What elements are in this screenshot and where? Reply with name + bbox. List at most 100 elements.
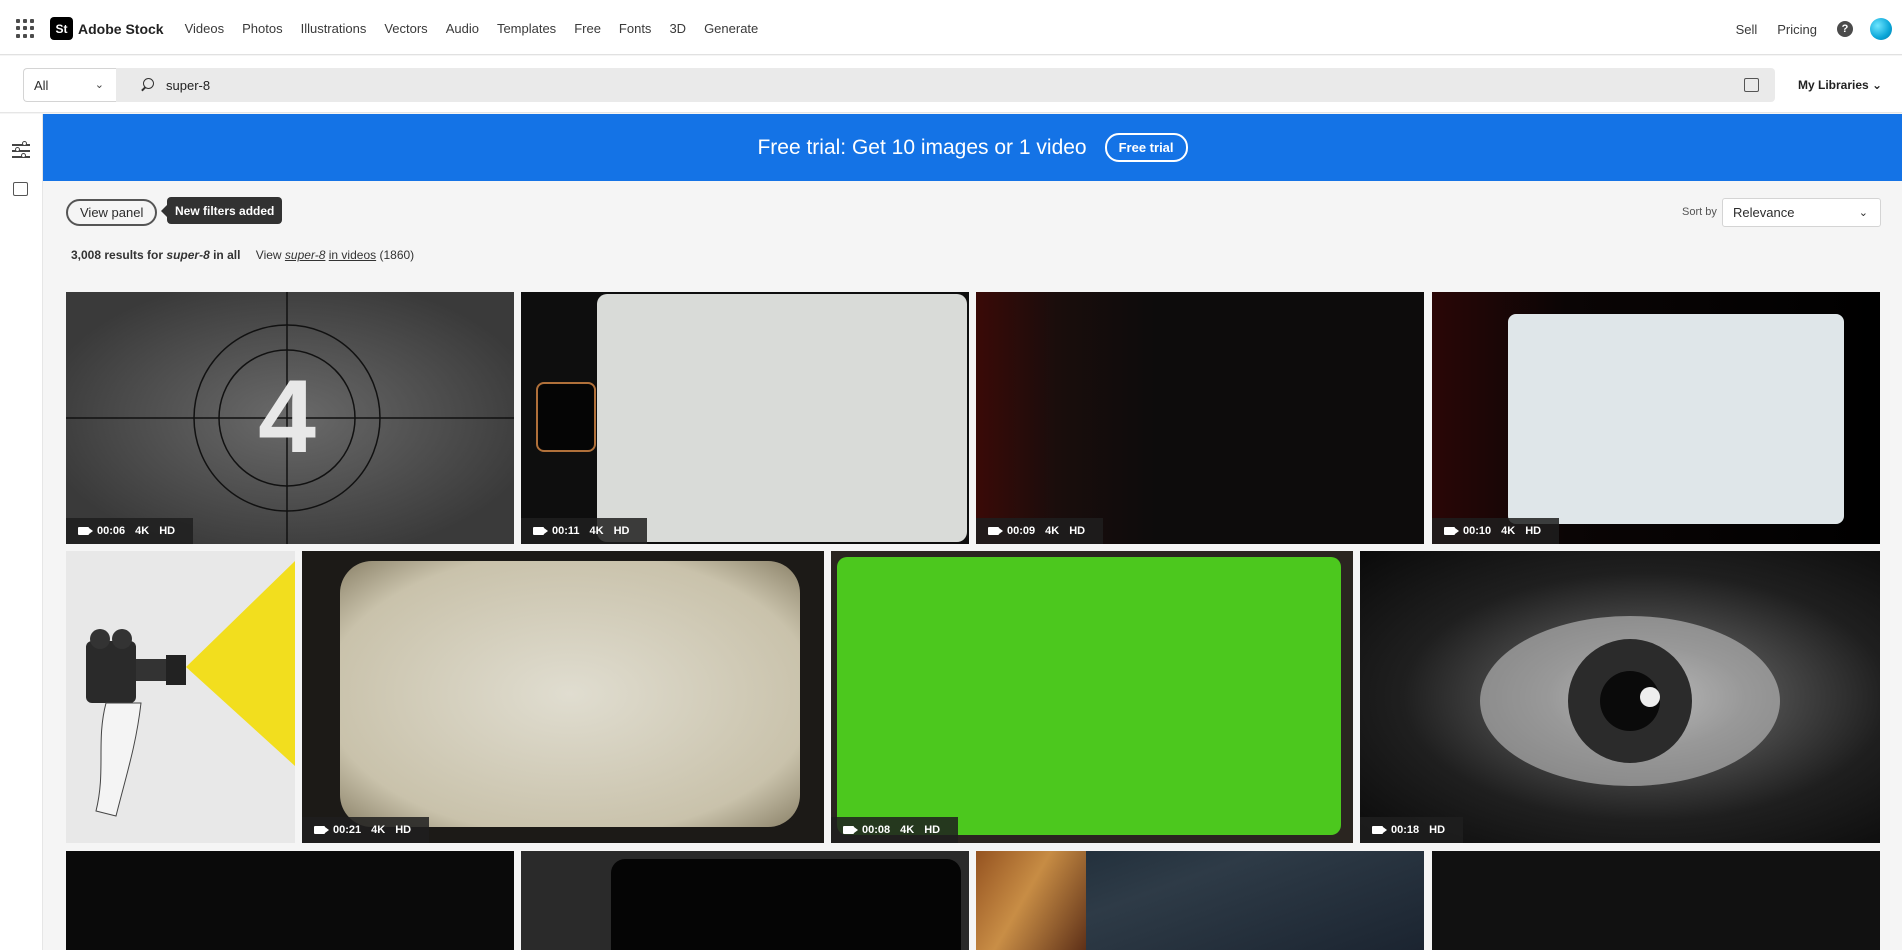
video-count: (1860) [379, 248, 414, 262]
logo-mark: St [50, 17, 73, 40]
view-videos-link[interactable]: in videos [329, 248, 376, 262]
quality-hd: HD [1429, 824, 1445, 836]
video-camera-icon [843, 826, 854, 834]
help-icon[interactable]: ? [1837, 21, 1853, 37]
quality-4k: 4K [1501, 525, 1515, 537]
video-duration: 00:09 [1007, 525, 1035, 537]
new-filters-tooltip: New filters added [167, 197, 282, 224]
quality-4k: 4K [135, 525, 149, 537]
countdown-number: 4 [258, 359, 316, 475]
video-tile[interactable]: 4 00:06 4K HD [66, 292, 514, 544]
video-camera-icon [1372, 826, 1383, 834]
visual-search-icon[interactable] [1744, 78, 1759, 92]
nav-audio[interactable]: Audio [446, 21, 479, 36]
view-prefix: View [256, 248, 282, 262]
app-switcher-icon[interactable] [16, 19, 36, 39]
video-tile[interactable] [66, 851, 514, 950]
my-libraries-button[interactable]: My Libraries ⌄ [1798, 78, 1882, 92]
quality-hd: HD [159, 525, 175, 537]
quality-hd: HD [1525, 525, 1541, 537]
view-videos-link-query[interactable]: super-8 [285, 248, 325, 262]
filter-sidebar [0, 114, 43, 950]
sort-select[interactable]: Relevance ⌄ [1722, 198, 1881, 227]
image-tile[interactable] [66, 551, 295, 843]
video-camera-icon [1444, 527, 1455, 535]
avatar[interactable] [1870, 18, 1892, 40]
banner-text: Free trial: Get 10 images or 1 video [757, 136, 1086, 160]
top-right-actions: Sell Pricing ? [1736, 3, 1902, 55]
video-tile[interactable] [1432, 851, 1880, 950]
video-tile[interactable]: 00:09 4K HD [976, 292, 1424, 544]
countdown-leader-thumbnail: 4 [66, 292, 514, 544]
nav-illustrations[interactable]: Illustrations [301, 21, 367, 36]
search-scope-select[interactable]: All ⌄ [23, 68, 116, 102]
video-tile[interactable]: 00:10 4K HD [1432, 292, 1880, 544]
video-tile[interactable]: 00:08 4K HD [831, 551, 1353, 843]
film-frame-thumbnail [1508, 314, 1844, 524]
video-camera-icon [988, 527, 999, 535]
results-scope: in all [213, 248, 240, 262]
video-badge: 00:06 4K HD [66, 518, 193, 544]
nav-free[interactable]: Free [574, 21, 601, 36]
film-strip-thumbnail [976, 851, 1086, 950]
top-navigation-bar: St Adobe Stock Videos Photos Illustratio… [0, 3, 1902, 55]
quality-4k: 4K [590, 525, 604, 537]
video-tile[interactable] [521, 851, 969, 950]
search-query: super-8 [166, 78, 210, 93]
nav-photos[interactable]: Photos [242, 21, 282, 36]
nav-3d[interactable]: 3D [669, 21, 686, 36]
pricing-link[interactable]: Pricing [1777, 22, 1817, 37]
video-duration: 00:21 [333, 824, 361, 836]
video-badge: 00:21 4K HD [302, 817, 429, 843]
chevron-down-icon: ⌄ [95, 78, 104, 91]
filters-icon[interactable] [12, 142, 30, 158]
quality-hd: HD [924, 824, 940, 836]
nav-templates[interactable]: Templates [497, 21, 556, 36]
visual-search-icon[interactable] [13, 182, 28, 196]
free-trial-banner: Free trial: Get 10 images or 1 video Fre… [43, 114, 1902, 181]
video-badge: 00:114KHD [521, 518, 647, 544]
video-camera-icon [314, 826, 325, 834]
view-panel-button[interactable]: View panel [66, 199, 157, 226]
film-frame-thumbnail [611, 859, 961, 950]
quality-hd: HD [1069, 525, 1085, 537]
search-row: All ⌄ super-8 My Libraries ⌄ [0, 56, 1902, 113]
quality-hd: HD [614, 525, 630, 537]
video-camera-icon [533, 527, 544, 535]
video-tile[interactable]: 00:114KHD [521, 292, 969, 544]
adobe-stock-logo[interactable]: St Adobe Stock [50, 17, 164, 40]
video-badge: 00:10 4K HD [1432, 518, 1559, 544]
video-tile[interactable]: 00:18 HD [1360, 551, 1880, 843]
results-query: super-8 [166, 248, 209, 262]
my-libraries-label: My Libraries [1798, 78, 1869, 92]
quality-4k: 4K [371, 824, 385, 836]
video-duration: 00:18 [1391, 824, 1419, 836]
quality-hd: HD [395, 824, 411, 836]
main-nav: Videos Photos Illustrations Vectors Audi… [176, 21, 768, 36]
logo-text: Adobe Stock [78, 21, 164, 37]
greenscreen-thumbnail [837, 557, 1341, 835]
camera-projector-illustration [66, 551, 295, 843]
search-input[interactable]: super-8 [116, 68, 1775, 102]
video-duration: 00:06 [97, 525, 125, 537]
quality-4k: 4K [1045, 525, 1059, 537]
sort-by-label: Sort by [1682, 206, 1717, 218]
video-badge: 00:09 4K HD [976, 518, 1103, 544]
free-trial-button[interactable]: Free trial [1105, 133, 1188, 162]
video-duration: 00:08 [862, 824, 890, 836]
nav-videos[interactable]: Videos [185, 21, 225, 36]
nav-fonts[interactable]: Fonts [619, 21, 652, 36]
eye-thumbnail [1360, 551, 1880, 843]
quality-4k: 4K [900, 824, 914, 836]
sell-link[interactable]: Sell [1736, 22, 1758, 37]
video-badge: 00:18 HD [1360, 817, 1463, 843]
nav-generate[interactable]: Generate [704, 21, 758, 36]
film-frame-thumbnail [340, 561, 800, 827]
video-tile[interactable]: 00:21 4K HD [302, 551, 824, 843]
video-tile[interactable] [976, 851, 1424, 950]
search-scope-value: All [34, 78, 48, 93]
chevron-down-icon: ⌄ [1859, 206, 1868, 219]
nav-vectors[interactable]: Vectors [384, 21, 427, 36]
results-count: 3,008 results for [71, 248, 163, 262]
video-duration: 00:10 [1463, 525, 1491, 537]
